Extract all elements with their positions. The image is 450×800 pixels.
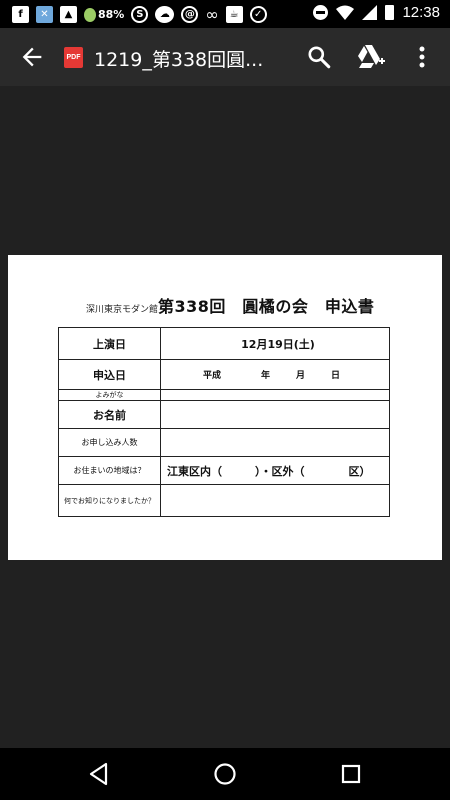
form-header: 深川東京モダン館 第338回 圓橘の会 申込書: [66, 293, 406, 317]
form-label: お住まいの地域は？: [58, 456, 161, 485]
battery-status: 88%: [84, 7, 125, 22]
table-row: お名前: [58, 400, 390, 429]
form-label: 上演日: [58, 327, 161, 360]
app-bar: PDF 1219_第338回圓...: [0, 28, 450, 86]
table-row: 上演日 12月19日(土): [58, 327, 390, 360]
application-date-field: 平成 年 月 日: [160, 359, 390, 390]
pdf-file-icon: PDF: [64, 47, 83, 68]
system-status: 12:38: [313, 4, 440, 21]
image-icon: ▲: [60, 6, 77, 23]
era-label: 平成: [203, 371, 222, 381]
table-row: 何でお知りになりましたか？: [58, 484, 390, 517]
venue-name: 深川東京モダン館: [86, 305, 159, 315]
form-label: よみがな: [58, 389, 161, 401]
nav-home-icon[interactable]: [212, 761, 238, 787]
cup-icon: ☕: [225, 6, 243, 23]
clock: 12:38: [402, 4, 440, 21]
month-label: 月: [296, 371, 306, 381]
sync-icon: S: [131, 6, 149, 23]
application-form-table: 上演日 12月19日(土) 申込日 平成 年 月 日 よみがな お名前 お申し込…: [58, 327, 390, 517]
party-size-field: [160, 428, 390, 457]
android-icon: [84, 7, 96, 22]
infinity-icon: ∞: [205, 5, 219, 24]
more-vert-icon[interactable]: [410, 43, 434, 71]
performance-date-value: 12月19日(土): [160, 327, 390, 360]
pdf-page[interactable]: 深川東京モダン館 第338回 圓橘の会 申込書 上演日 12月19日(土) 申込…: [8, 255, 442, 560]
app-notification-icon: ✕: [36, 6, 53, 23]
form-title: 第338回 圓橘の会 申込書: [158, 297, 375, 316]
form-label: お名前: [58, 400, 161, 429]
pdf-viewer[interactable]: 深川東京モダン館 第338回 圓橘の会 申込書 上演日 12月19日(土) 申込…: [0, 86, 450, 748]
table-row: お住まいの地域は？ 江東区内（ ）・区外（ 区）: [58, 456, 390, 485]
table-row: よみがな: [58, 389, 390, 401]
google-drive-add-icon[interactable]: [356, 43, 386, 71]
reading-field: [160, 389, 390, 401]
facebook-icon: f: [12, 6, 29, 23]
navigation-bar: [0, 748, 450, 800]
document-title: 1219_第338回圓...: [94, 49, 264, 71]
check-circle-icon: ✓: [249, 6, 267, 23]
year-label: 年: [261, 371, 271, 381]
form-label: 何でお知りになりましたか？: [58, 484, 161, 517]
form-label: お申し込み人数: [58, 428, 161, 457]
do-not-disturb-icon: [313, 5, 329, 20]
notification-icons: f ✕ ▲ 88% S ☁ @ ∞ ☕ ✓: [12, 5, 267, 24]
search-icon[interactable]: [306, 44, 332, 70]
cloud-upload-icon: ☁: [155, 6, 175, 23]
table-row: お申し込み人数: [58, 428, 390, 457]
at-icon: @: [181, 6, 199, 23]
wifi-icon: [336, 5, 355, 20]
table-row: 申込日 平成 年 月 日: [58, 359, 390, 390]
battery-percent: 88%: [98, 8, 125, 21]
residence-area-field: 江東区内（ ）・区外（ 区）: [160, 456, 390, 485]
day-label: 日: [331, 371, 341, 381]
nav-back-icon[interactable]: [86, 761, 112, 787]
name-field: [160, 400, 390, 429]
status-bar: f ✕ ▲ 88% S ☁ @ ∞ ☕ ✓ 12:38: [0, 0, 450, 28]
signal-icon: [362, 5, 378, 20]
form-label: 申込日: [58, 359, 161, 390]
battery-icon: [385, 5, 395, 20]
referral-field: [160, 484, 390, 517]
nav-recents-icon[interactable]: [338, 761, 364, 787]
arrow-back-icon[interactable]: [18, 43, 46, 71]
